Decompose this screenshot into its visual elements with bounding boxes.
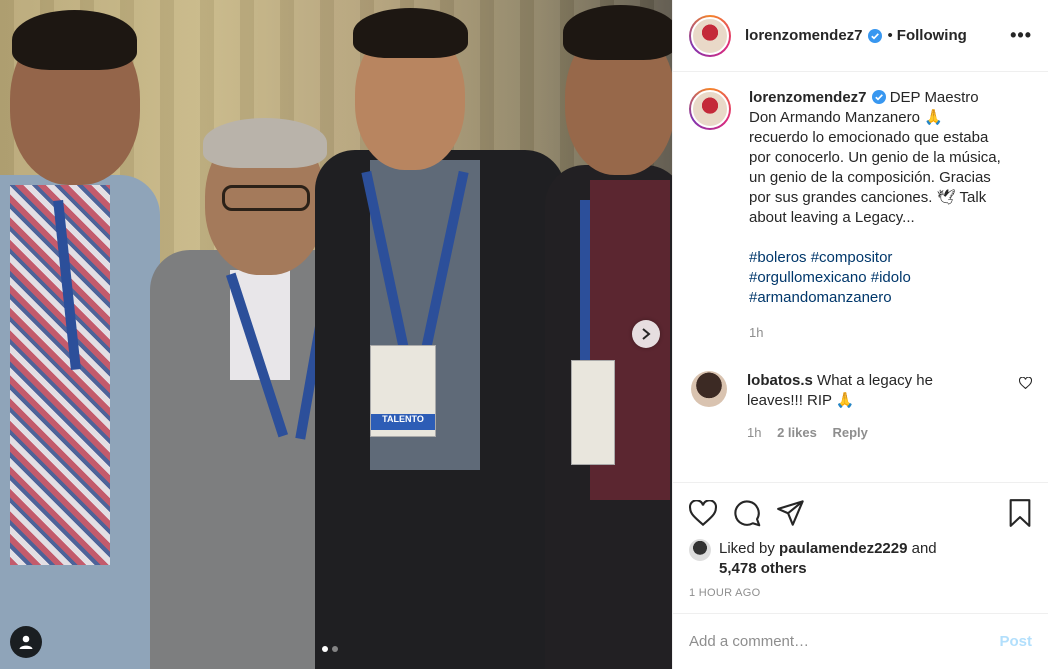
comment-likes[interactable]: 2 likes: [777, 425, 817, 440]
name-badge: [571, 360, 615, 465]
name-badge: TALENTO: [370, 345, 436, 437]
likes-others-link[interactable]: 5,478 others: [719, 560, 807, 577]
author-username[interactable]: lorenzomendez7: [745, 27, 863, 44]
chevron-right-icon: [642, 328, 651, 340]
comments-section: lorenzomendez7 DEP Maestro Don Armando M…: [673, 72, 1048, 482]
carousel-dot: [332, 646, 338, 652]
hashtag-link[interactable]: #compositor: [811, 249, 893, 266]
post-timestamp[interactable]: 1 HOUR AGO: [689, 587, 1032, 599]
verified-badge-icon: [867, 28, 882, 43]
likes-prefix: Liked by: [719, 540, 780, 557]
hashtag-link[interactable]: #orgullomexicano: [749, 269, 867, 286]
carousel-indicator: [322, 646, 338, 652]
comment-like-icon[interactable]: [1019, 377, 1032, 389]
header-separator: •: [887, 27, 893, 44]
save-bookmark-icon[interactable]: [1008, 499, 1032, 527]
verified-badge-icon: [871, 90, 886, 104]
reply-button[interactable]: Reply: [832, 425, 867, 440]
more-options-icon[interactable]: •••: [1010, 25, 1032, 46]
caption-text: DEP Maestro Don Armando Manzanero 🙏 recu…: [749, 89, 1001, 226]
carousel-dot: [322, 646, 328, 652]
following-button[interactable]: Following: [897, 27, 967, 44]
hashtag-link[interactable]: #armandomanzanero: [749, 289, 892, 306]
caption-time[interactable]: 1h: [749, 325, 763, 340]
hashtag-link[interactable]: #boleros: [749, 249, 807, 266]
likes-text: Liked by paulamendez2229 and 5,478 other…: [719, 539, 937, 579]
add-comment-bar: Post: [673, 613, 1048, 669]
caption-avatar[interactable]: [689, 88, 731, 130]
hashtags: #boleros #compositor #orgullomexicano #i…: [749, 248, 1011, 308]
comment-item: lobatos.s What a legacy he leaves!!! RIP…: [689, 371, 1032, 443]
comment-meta: 1h 2 likes Reply: [747, 423, 987, 443]
post-photo[interactable]: TALENTO TALENTO: [0, 0, 672, 669]
user-tag-icon: [19, 635, 33, 649]
post-actions: Liked by paulamendez2229 and 5,478 other…: [673, 482, 1048, 599]
caption-meta: 1h: [749, 323, 1011, 343]
liker-username[interactable]: paulamendez2229: [779, 540, 907, 557]
commenter-username[interactable]: lobatos.s: [747, 372, 813, 389]
instagram-post: TALENTO TALENTO: [0, 0, 1048, 669]
share-paper-plane-icon[interactable]: [777, 500, 805, 526]
liker-avatar[interactable]: [689, 539, 711, 561]
action-icons: [689, 493, 1032, 533]
comment-icon[interactable]: [733, 499, 761, 527]
post-sidebar: lorenzomendez7 • Following ••• lorenzome…: [672, 0, 1048, 669]
post-header: lorenzomendez7 • Following •••: [673, 0, 1048, 72]
likes-and: and: [907, 540, 937, 557]
hashtag-link[interactable]: #idolo: [871, 269, 911, 286]
author-avatar[interactable]: [689, 14, 731, 57]
post-comment-button[interactable]: Post: [999, 633, 1032, 650]
commenter-avatar[interactable]: [691, 371, 727, 407]
caption: lorenzomendez7 DEP Maestro Don Armando M…: [689, 88, 1032, 343]
add-comment-input[interactable]: [689, 633, 1000, 650]
comment-time[interactable]: 1h: [747, 425, 761, 440]
tagged-users-button[interactable]: [10, 626, 42, 658]
next-slide-button[interactable]: [632, 320, 660, 348]
caption-username[interactable]: lorenzomendez7: [749, 89, 867, 106]
glasses: [222, 185, 310, 211]
comment-body: lobatos.s What a legacy he leaves!!! RIP…: [747, 371, 987, 443]
likes-summary: Liked by paulamendez2229 and 5,478 other…: [689, 539, 1032, 579]
like-heart-icon[interactable]: [689, 500, 717, 526]
caption-body: lorenzomendez7 DEP Maestro Don Armando M…: [749, 88, 1011, 343]
